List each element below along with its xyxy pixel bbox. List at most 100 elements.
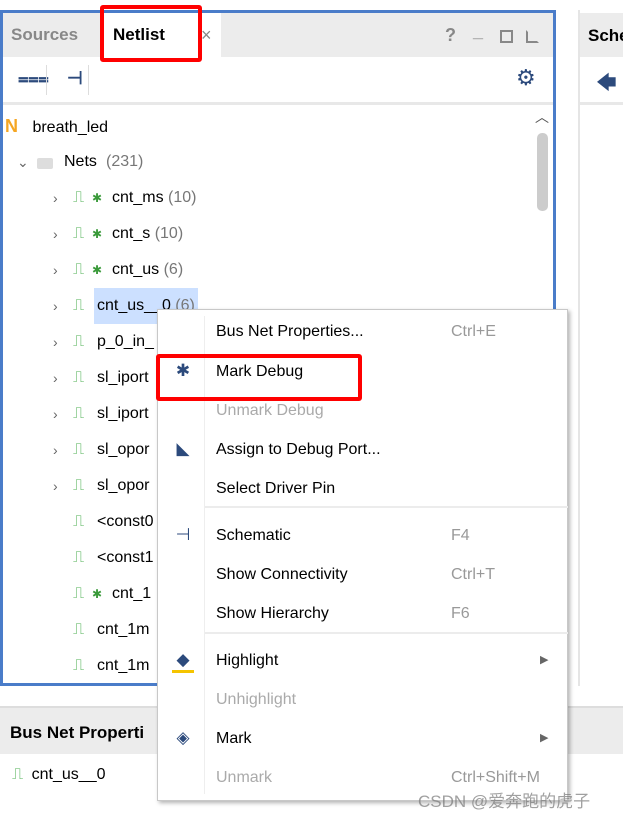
- net-icon: ⎍: [73, 189, 85, 206]
- maximize-icon[interactable]: [500, 30, 513, 43]
- net-icon: ⎍: [73, 477, 85, 494]
- bug-icon: ✱: [92, 587, 103, 601]
- root-label: breath_led: [32, 119, 109, 136]
- menu-item-label: Unmark: [216, 769, 273, 786]
- menu-item-label: Schematic: [216, 527, 291, 544]
- chevron-down-icon[interactable]: ⌄: [17, 144, 29, 180]
- menu-item-label: Unhighlight: [216, 691, 297, 708]
- net-icon: ⎍: [73, 441, 85, 458]
- menu-item-shortcut: Ctrl+E: [451, 323, 496, 340]
- chevron-right-icon[interactable]: ›: [53, 432, 58, 468]
- gear-icon[interactable]: ⚙: [516, 65, 536, 91]
- bug-icon: ✱: [92, 263, 103, 277]
- menu-item-show-hierarchy[interactable]: Show Hierarchy F6: [216, 594, 556, 633]
- chevron-right-icon[interactable]: ›: [53, 216, 58, 252]
- net-icon: ⎍: [73, 333, 85, 350]
- toolbar: ⩶ ⊣ ⚙: [3, 57, 553, 105]
- menu-item-label: Bus Net Properties...: [216, 323, 364, 340]
- tab-bar: Sources Netlist × ? _: [3, 13, 553, 60]
- tab-sources[interactable]: Sources: [11, 13, 78, 57]
- menu-item-label: Unmark Debug: [216, 402, 324, 419]
- scrollbar-thumb[interactable]: [537, 133, 548, 211]
- net-label: p_0_in_: [97, 333, 154, 350]
- back-arrow-icon[interactable]: 🡄: [596, 68, 617, 102]
- float-icon[interactable]: [526, 30, 539, 43]
- menu-item-schematic[interactable]: Schematic F4: [216, 516, 556, 555]
- minimize-icon[interactable]: _: [473, 21, 483, 42]
- net-label: sl_iport: [97, 405, 149, 422]
- chevron-right-icon[interactable]: ›: [53, 288, 58, 324]
- net-icon: ⎍: [73, 621, 85, 638]
- watermark: CSDN @爱奔跑的虎子: [418, 792, 591, 811]
- folder-icon: [37, 158, 53, 169]
- net-icon: ⎍: [73, 261, 85, 278]
- tree-item[interactable]: › ⎍ ✱ cnt_ms (10): [3, 180, 523, 216]
- highlight-icon: ◆: [172, 650, 194, 673]
- menu-item-assign-to-debug-port[interactable]: Assign to Debug Port...: [216, 430, 556, 469]
- menu-item-label: Assign to Debug Port...: [216, 441, 381, 458]
- net-label: cnt_1: [112, 585, 152, 602]
- tree-item[interactable]: › ⎍ ✱ cnt_s (10): [3, 216, 523, 252]
- menu-item-select-driver-pin[interactable]: Select Driver Pin: [216, 469, 556, 508]
- net-label: cnt_us (6): [112, 261, 184, 278]
- net-label: cnt_s (10): [112, 225, 184, 242]
- menu-item-label: Select Driver Pin: [216, 480, 336, 497]
- debug-port-icon: ◣: [176, 439, 190, 458]
- net-label: <const0: [97, 513, 154, 530]
- menu-item-mark[interactable]: Mark ▶: [216, 719, 556, 758]
- menu-item-unhighlight[interactable]: Unhighlight: [216, 680, 556, 719]
- annotation-box: [156, 354, 362, 401]
- tree-nets[interactable]: ⌄ Nets (231): [3, 144, 403, 180]
- net-label: cnt_1m: [97, 621, 150, 638]
- properties-net-row: ⎍ cnt_us__0: [12, 766, 106, 784]
- menu-item-shortcut: F4: [451, 527, 470, 544]
- net-icon: ⎍: [73, 297, 85, 314]
- menu-item-label: Mark: [216, 730, 252, 747]
- net-icon: ⎍: [73, 657, 85, 674]
- menu-item-show-connectivity[interactable]: Show Connectivity Ctrl+T: [216, 555, 556, 594]
- menu-item-shortcut: F6: [451, 605, 470, 622]
- menu-item-bus-net-properties[interactable]: Bus Net Properties... Ctrl+E: [216, 312, 556, 351]
- net-label: <const1: [97, 549, 154, 566]
- menu-separator: [205, 632, 568, 634]
- net-icon: ⎍: [73, 585, 85, 602]
- net-label: sl_opor: [97, 441, 150, 458]
- divider: [46, 65, 47, 95]
- menu-item-label: Highlight: [216, 652, 279, 669]
- nets-label: Nets: [64, 153, 97, 170]
- bug-icon: ✱: [92, 227, 103, 241]
- net-label: sl_opor: [97, 477, 150, 494]
- annotation-box: [100, 5, 202, 62]
- menu-item-highlight[interactable]: Highlight ▶: [216, 641, 556, 680]
- divider: [88, 65, 89, 95]
- chevron-right-icon[interactable]: ›: [53, 468, 58, 504]
- chevron-right-icon[interactable]: ›: [53, 396, 58, 432]
- chevron-right-icon[interactable]: ›: [53, 360, 58, 396]
- tab-schematic-label: Sche: [588, 26, 623, 45]
- submenu-arrow-icon: ▶: [540, 732, 549, 744]
- submenu-arrow-icon: ▶: [540, 654, 549, 666]
- netlist-root-icon: N: [5, 116, 18, 136]
- chevron-up-icon[interactable]: ︿: [535, 107, 549, 127]
- chevron-right-icon[interactable]: ›: [53, 180, 58, 216]
- tree-item[interactable]: › ⎍ ✱ cnt_us (6): [3, 252, 523, 288]
- schematic-icon[interactable]: ⊣: [67, 68, 83, 89]
- net-icon: ⎍: [73, 405, 85, 422]
- tree-root[interactable]: N breath_led: [5, 108, 108, 144]
- collapse-all-icon[interactable]: ⩶: [18, 68, 49, 89]
- schematic-icon: ⊣: [175, 525, 191, 544]
- net-icon: ⎍: [12, 766, 24, 783]
- properties-title: Bus Net Properti: [10, 723, 145, 742]
- chevron-right-icon[interactable]: ›: [53, 252, 58, 288]
- net-icon: ⎍: [73, 369, 85, 386]
- net-label: cnt_1m: [97, 657, 150, 674]
- menu-item-label: Show Hierarchy: [216, 605, 329, 622]
- close-icon[interactable]: ×: [201, 25, 212, 46]
- bug-icon: ✱: [92, 191, 103, 205]
- net-label: cnt_ms (10): [112, 189, 197, 206]
- help-icon[interactable]: ?: [445, 25, 456, 46]
- tab-schematic[interactable]: Sche: [580, 13, 623, 57]
- menu-item-shortcut: Ctrl+T: [451, 566, 495, 583]
- net-icon: ⎍: [73, 549, 85, 566]
- chevron-right-icon[interactable]: ›: [53, 324, 58, 360]
